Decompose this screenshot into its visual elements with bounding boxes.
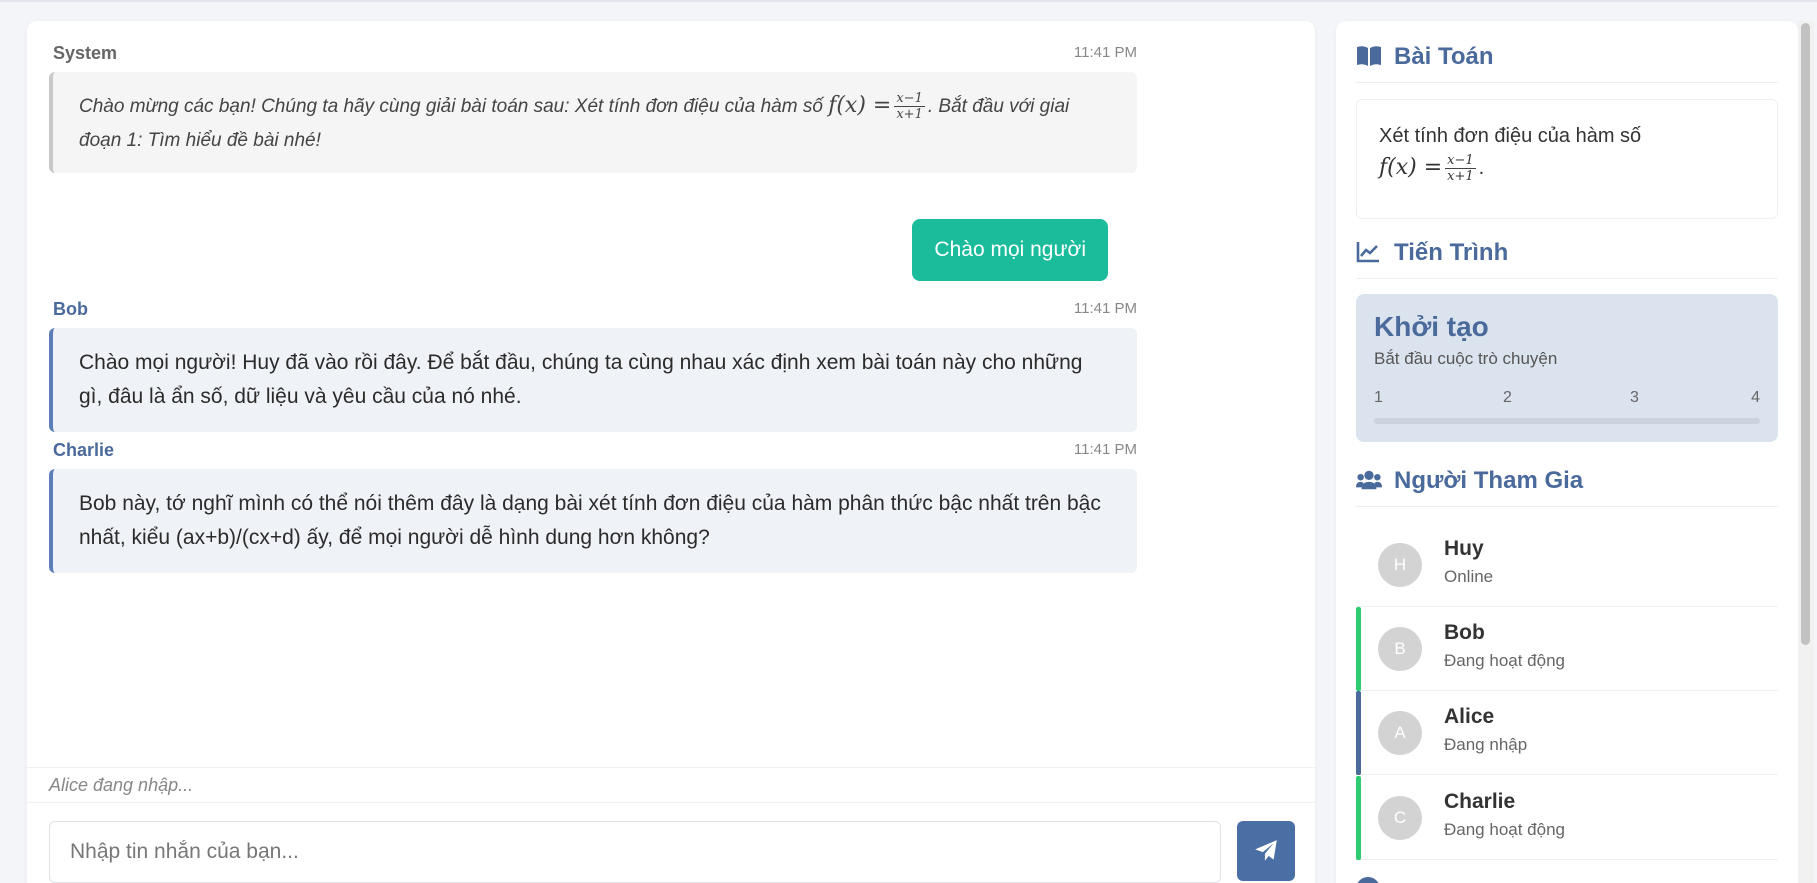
message-time: 11:41 PM — [1073, 44, 1137, 61]
chart-line-icon — [1356, 239, 1382, 265]
top-divider — [0, 0, 1817, 2]
progress-steps: 1 2 3 4 — [1374, 389, 1760, 411]
avatar: B — [1378, 627, 1422, 671]
message-charlie: Charlie 11:41 PM Bob này, tớ nghĩ mình c… — [49, 440, 1137, 573]
status-stripe — [1356, 691, 1361, 775]
participant-name: Bob — [1444, 621, 1485, 644]
progress-description: Bắt đầu cuộc trò chuyện — [1374, 349, 1558, 368]
progress-stage: Khởi tạo — [1374, 311, 1489, 342]
problem-formula: f(x) = x−1 x+1. — [1379, 152, 1755, 184]
formula-end: . — [1478, 157, 1485, 179]
step-2: 2 — [1503, 389, 1512, 406]
progress-card: Khởi tạo Bắt đầu cuộc trò chuyện 1 2 3 4 — [1356, 294, 1778, 442]
scrollbar-thumb[interactable] — [1801, 23, 1810, 645]
message-time: 11:41 PM — [1073, 441, 1137, 458]
message-bob: Bob 11:41 PM Chào mọi người! Huy đã vào … — [49, 299, 1137, 432]
avatar: A — [1378, 711, 1422, 755]
step-3: 3 — [1630, 389, 1639, 406]
participant-status: Đang hoạt động — [1444, 820, 1565, 839]
participant-status: Đang hoạt động — [1444, 651, 1565, 670]
users-icon — [1356, 467, 1382, 493]
avatar: H — [1378, 543, 1422, 587]
progress-section-title: Tiến Trình — [1356, 239, 1778, 279]
step-1: 1 — [1374, 389, 1383, 406]
participant-status: Đang nhập — [1444, 735, 1528, 754]
progress-title: Tiến Trình — [1394, 239, 1509, 266]
participants-title: Người Tham Gia — [1394, 467, 1584, 494]
participant-name: Huy — [1444, 537, 1484, 560]
message-system: System 11:41 PM Chào mừng các bạn! Chúng… — [49, 43, 1137, 173]
step-4: 4 — [1751, 389, 1760, 406]
participant-name: Charlie — [1444, 790, 1516, 813]
problem-text: Xét tính đơn điệu của hàm số — [1379, 125, 1642, 147]
problem-title: Bài Toán — [1394, 43, 1494, 70]
participant-huy[interactable]: H Huy Online — [1356, 523, 1778, 607]
progress-bar — [1374, 418, 1760, 424]
participant-charlie[interactable]: C Charlie Đang hoạt động — [1356, 776, 1778, 860]
participant-bob[interactable]: B Bob Đang hoạt động — [1356, 607, 1778, 691]
book-icon — [1356, 43, 1382, 69]
paper-plane-icon — [1255, 840, 1277, 861]
participants-section-title: Người Tham Gia — [1356, 467, 1778, 507]
participant-alice[interactable]: A Alice Đang nhập — [1356, 691, 1778, 775]
participant-name: Alice — [1444, 705, 1495, 728]
participant-status: Online — [1444, 567, 1494, 586]
sidebar: Bài Toán Xét tính đơn điệu của hàm số f(… — [1336, 21, 1798, 883]
message-sender: Charlie — [53, 440, 115, 460]
message-sender: System — [53, 43, 118, 63]
math-function: f(x) = — [1379, 155, 1443, 180]
message-bubble: Chào mừng các bạn! Chúng ta hãy cùng giả… — [49, 72, 1137, 173]
message-time: 11:41 PM — [1073, 300, 1137, 317]
problem-section-title: Bài Toán — [1356, 43, 1778, 83]
problem-box: Xét tính đơn điệu của hàm số f(x) = x−1 x+… — [1356, 99, 1778, 219]
status-stripe — [1356, 776, 1361, 860]
math-fraction: x−1 x+1 — [894, 91, 925, 123]
message-sender: Bob — [53, 299, 88, 319]
status-stripe — [1356, 607, 1361, 691]
send-button[interactable] — [1237, 821, 1295, 881]
own-message-bubble: Chào mọi người — [912, 219, 1108, 281]
chat-panel: System 11:41 PM Chào mừng các bạn! Chúng… — [27, 21, 1315, 883]
message-text: Chào mừng các bạn! Chúng ta hãy cùng giả… — [79, 96, 829, 117]
math-fraction: x−1 x+1 — [1445, 153, 1476, 185]
message-composer — [49, 821, 1295, 883]
typing-indicator: Alice đang nhập... — [27, 767, 1315, 803]
math-function: f(x) = — [828, 93, 892, 118]
message-bubble: Chào mọi người! Huy đã vào rồi đây. Để b… — [49, 328, 1137, 432]
message-bubble: Bob này, tớ nghĩ mình có thể nói thêm đâ… — [49, 469, 1137, 573]
message-input[interactable] — [49, 821, 1221, 883]
avatar: C — [1378, 796, 1422, 840]
info-circle-icon — [1356, 877, 1380, 883]
